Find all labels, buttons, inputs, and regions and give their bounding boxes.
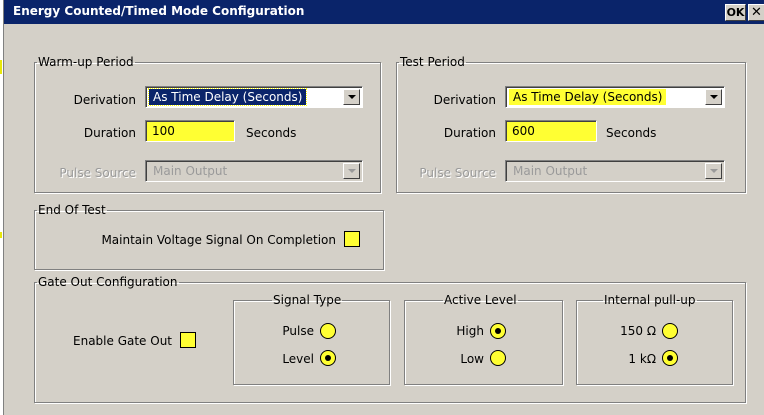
signal-type-legend: Signal Type: [273, 293, 342, 307]
warmup-derivation-select[interactable]: As Time Delay (Seconds): [145, 86, 363, 108]
radio-label-low: Low: [460, 352, 484, 366]
chevron-down-icon[interactable]: [343, 163, 360, 179]
test-duration-input[interactable]: 600: [505, 120, 597, 142]
title-bar[interactable]: Energy Counted/Timed Mode Configuration …: [4, 0, 764, 24]
warmup-period-legend: Warm-up Period: [38, 55, 134, 69]
test-pulse-source-value: Main Output: [513, 164, 588, 178]
active-level-group: Active Level: [404, 293, 563, 385]
radio-low[interactable]: [490, 350, 506, 366]
radio-selected-dot: [325, 355, 331, 361]
warmup-duration-unit: Seconds: [246, 126, 297, 140]
test-period-legend: Test Period: [400, 55, 465, 69]
radio-selected-dot: [667, 355, 673, 361]
dialog-title: Energy Counted/Timed Mode Configuration: [13, 4, 305, 18]
warmup-duration-label: Duration: [83, 126, 136, 140]
maintain-voltage-label: Maintain Voltage Signal On Completion: [101, 233, 336, 247]
warmup-pulse-source-value: Main Output: [153, 164, 228, 178]
test-pulse-source-label: Pulse Source: [419, 166, 496, 180]
radio-label-pulse: Pulse: [282, 324, 314, 338]
radio-1k-ohm[interactable]: [662, 350, 678, 366]
internal-pullup-group: Internal pull-up: [576, 293, 733, 385]
radio-pulse[interactable]: [320, 323, 336, 339]
warmup-pulse-source-select[interactable]: Main Output: [145, 160, 363, 182]
test-derivation-select[interactable]: As Time Delay (Seconds): [505, 86, 725, 108]
close-icon: ✕: [751, 5, 762, 20]
enable-gate-out-label: Enable Gate Out: [73, 334, 172, 348]
radio-label-high: High: [456, 324, 484, 338]
end-of-test-legend: End Of Test: [38, 203, 106, 217]
chevron-down-icon[interactable]: [705, 89, 722, 105]
config-dialog: Energy Counted/Timed Mode Configuration …: [3, 0, 764, 415]
close-button[interactable]: ✕: [748, 4, 764, 21]
radio-label-1k-ohm: 1 kΩ: [628, 352, 656, 366]
chevron-down-icon[interactable]: [705, 163, 722, 179]
warmup-duration-input[interactable]: 100: [145, 120, 235, 142]
left-edge-marker: [0, 232, 2, 238]
warmup-derivation-value: As Time Delay (Seconds): [147, 88, 308, 106]
warmup-pulse-source-label: Pulse Source: [59, 166, 136, 180]
chevron-down-icon[interactable]: [343, 89, 360, 105]
test-derivation-value: As Time Delay (Seconds): [509, 89, 667, 105]
signal-type-group: Signal Type: [233, 293, 390, 385]
internal-pullup-legend: Internal pull-up: [604, 293, 696, 307]
radio-label-level: Level: [282, 352, 314, 366]
gate-out-legend: Gate Out Configuration: [38, 275, 178, 289]
test-duration-label: Duration: [443, 126, 496, 140]
left-edge-marker: [0, 60, 2, 74]
active-level-legend: Active Level: [444, 293, 517, 307]
radio-selected-dot: [495, 328, 501, 334]
radio-level[interactable]: [320, 350, 336, 366]
test-duration-unit: Seconds: [606, 126, 657, 140]
radio-high[interactable]: [490, 323, 506, 339]
maintain-voltage-checkbox[interactable]: [344, 231, 360, 247]
warmup-derivation-label: Derivation: [73, 93, 136, 107]
test-derivation-label: Derivation: [433, 93, 496, 107]
ok-button[interactable]: OK: [725, 4, 746, 21]
enable-gate-out-checkbox[interactable]: [180, 332, 196, 348]
test-pulse-source-select[interactable]: Main Output: [505, 160, 725, 182]
radio-label-150-ohm: 150 Ω: [620, 324, 656, 338]
radio-150-ohm[interactable]: [662, 323, 678, 339]
